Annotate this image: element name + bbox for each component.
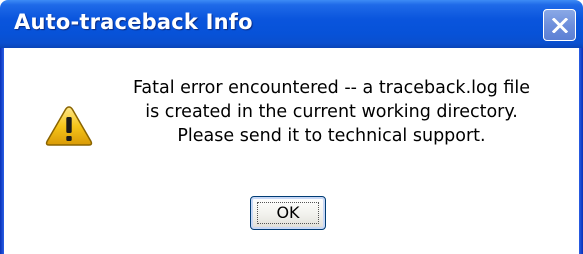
warning-icon (45, 106, 93, 146)
window-frame-right (579, 48, 583, 254)
close-icon (552, 18, 568, 33)
dialog-body: Fatal error encountered -- a traceback.l… (4, 48, 579, 254)
dialog-title: Auto-traceback Info (14, 10, 253, 34)
dialog-window: Auto-traceback Info Fatal error encounte… (0, 0, 583, 254)
message-line-2: is created in the current working direct… (145, 102, 518, 122)
close-button[interactable] (543, 9, 576, 41)
message-line-1: Fatal error encountered -- a traceback.l… (132, 78, 531, 98)
message-line-3: Please send it to technical support. (177, 126, 486, 146)
error-message: Fatal error encountered -- a traceback.l… (104, 76, 559, 148)
ok-button-label: OK (276, 203, 300, 222)
ok-button[interactable]: OK (250, 196, 326, 230)
title-bar[interactable]: Auto-traceback Info (0, 0, 583, 48)
